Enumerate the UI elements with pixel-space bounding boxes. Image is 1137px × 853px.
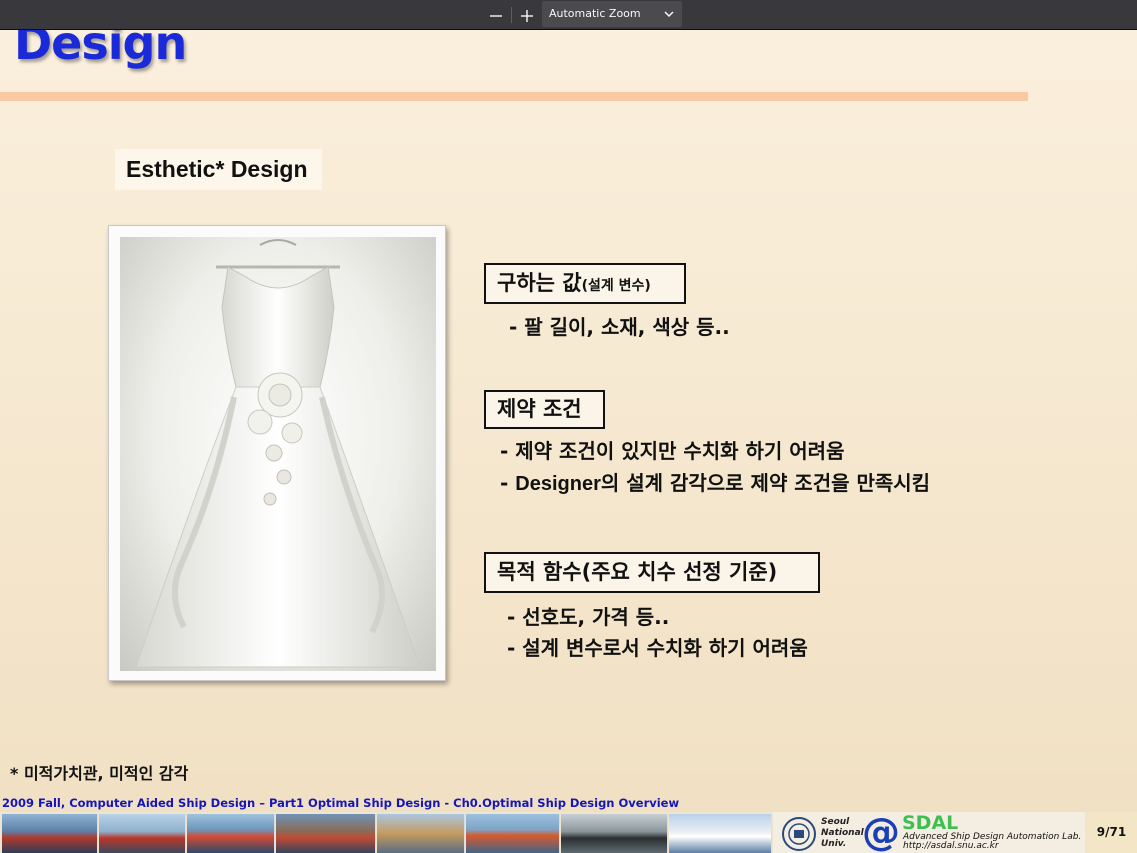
objective-function-item: - 설계 변수로서 수치화 하기 어려움 <box>507 636 808 660</box>
design-variables-box: 구하는 값(설계 변수) <box>484 263 686 304</box>
snu-line: National <box>821 828 864 838</box>
constraints-item-prefix: - <box>500 471 516 495</box>
constraints-item-rest: 의 설계 감각으로 제약 조건을 만족시킴 <box>600 471 931 495</box>
sdal-logo-text: SDAL <box>902 812 959 834</box>
zoom-in-icon <box>521 10 533 22</box>
course-footer: 2009 Fall, Computer Aided Ship Design – … <box>2 796 680 810</box>
ship-photo-tanker <box>2 814 98 853</box>
snu-emblem-icon <box>782 817 816 851</box>
objective-function-title: 목적 함수(주요 치수 선정 기준) <box>497 560 778 584</box>
zoom-out-button[interactable] <box>482 3 510 27</box>
zoom-select-value: Automatic Zoom <box>549 7 641 20</box>
ship-photo-submarine <box>561 814 668 853</box>
constraints-title: 제약 조건 <box>497 397 582 421</box>
wedding-dress-photo <box>120 237 436 671</box>
constraints-item-latin: Designer <box>515 473 601 495</box>
at-logo-icon: @ <box>862 810 900 853</box>
constraints-item: - Designer의 설계 감각으로 제약 조건을 만족시킴 <box>500 467 930 496</box>
snu-line: Univ. <box>821 839 847 849</box>
ship-photo-offshore-platform <box>466 814 560 853</box>
objective-function-box: 목적 함수(주요 치수 선정 기준) <box>484 552 820 593</box>
lab-logo-area: Seoul National Univ. @ SDAL Advanced Shi… <box>773 810 1085 853</box>
dress-photo-frame <box>108 225 446 681</box>
constraints-item: - 제약 조건이 있지만 수치화 하기 어려움 <box>500 439 845 463</box>
page-number: 9/71 <box>1086 812 1137 853</box>
design-variables-item: - 팔 길이, 소재, 색상 등.. <box>509 315 730 339</box>
design-variables-subtitle: (설계 변수) <box>581 278 651 294</box>
title-divider <box>0 92 1028 101</box>
ship-photo-cruise-ship <box>669 814 772 853</box>
objective-function-item: - 선호도, 가격 등.. <box>507 605 670 629</box>
zoom-in-button[interactable] <box>513 3 541 27</box>
ship-image-strip: Seoul National Univ. @ SDAL Advanced Shi… <box>0 810 1137 853</box>
ship-photo-crane-vessel <box>377 814 465 853</box>
chevron-down-icon <box>664 11 674 18</box>
ship-photo-container-ship <box>276 814 376 853</box>
sdal-subtitle: Advanced Ship Design Automation Lab. htt… <box>903 833 1081 851</box>
section-title: Esthetic* Design <box>115 149 322 190</box>
wedding-dress-illustration <box>135 239 421 668</box>
footnote: * 미적가치관, 미적인 감각 <box>10 764 189 783</box>
ship-photo-lng-carrier <box>187 814 275 853</box>
zoom-out-icon <box>490 15 502 17</box>
design-variables-title: 구하는 값 <box>497 271 582 295</box>
constraints-box: 제약 조건 <box>484 390 605 429</box>
pdf-toolbar: Automatic Zoom <box>0 0 1137 30</box>
toolbar-separator <box>511 7 512 23</box>
snu-line: Seoul <box>821 817 850 827</box>
snu-label: Seoul National Univ. <box>821 817 864 850</box>
sdal-url: http://asdal.snu.ac.kr <box>903 841 999 851</box>
ship-photo-bulk-carrier <box>99 814 186 853</box>
zoom-select[interactable]: Automatic Zoom <box>542 1 682 27</box>
